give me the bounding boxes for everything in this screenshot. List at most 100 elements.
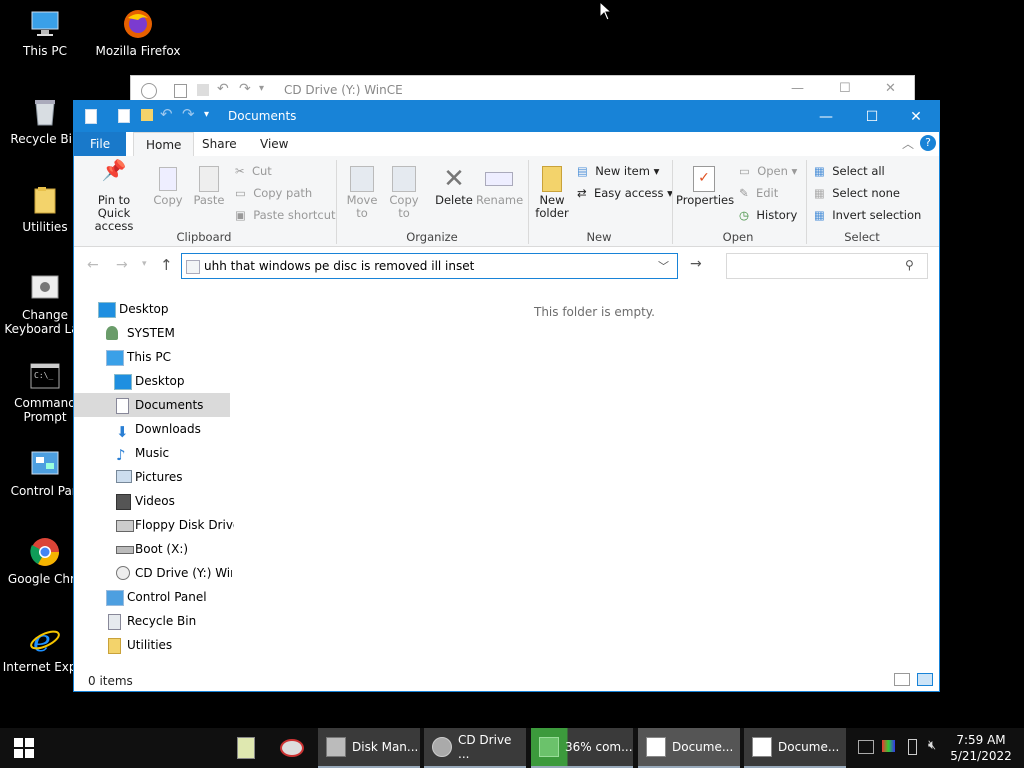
pin-to-quick-access-button[interactable]: 📌 Pin to Quick access — [80, 160, 148, 233]
properties-button[interactable]: ✓ Properties — [676, 164, 734, 207]
easy-access-button[interactable]: ⇄ Easy access ▾ — [577, 186, 673, 200]
nav-item-boot[interactable]: Boot (X:) — [74, 537, 234, 561]
internet-explorer-icon: e — [29, 624, 61, 656]
nav-item-floppy[interactable]: Floppy Disk Drive — [74, 513, 234, 537]
nav-item-control-panel[interactable]: Control Panel — [74, 585, 234, 609]
taskbar-pinned-notepad[interactable] — [230, 728, 262, 768]
download-icon: ⬇ — [116, 423, 129, 441]
clock[interactable]: 7:59 AM 5/21/2022 — [948, 732, 1014, 764]
network-tray-icon[interactable] — [858, 740, 874, 754]
title-bar[interactable]: ↶ ↷ ▾ Documents — ☐ ✕ — [74, 101, 939, 132]
address-row: ← → ▾ ↑ ﹀ → ⚲ — [74, 247, 939, 287]
search-box[interactable]: ⚲ — [726, 253, 928, 279]
copy-path-button[interactable]: ▭ Copy path — [235, 186, 312, 200]
address-bar[interactable]: ﹀ — [181, 253, 678, 279]
undo-icon[interactable]: ↶ — [160, 105, 173, 123]
invert-selection-button[interactable]: ▦ Invert selection — [814, 208, 921, 222]
taskbar-task-disk-management[interactable]: Disk Man... — [318, 728, 420, 768]
edit-button[interactable]: ✎ Edit — [739, 186, 778, 200]
collapse-ribbon-icon[interactable]: ︿ — [902, 135, 914, 152]
nav-item-system[interactable]: SYSTEM — [74, 321, 234, 345]
large-icons-view-icon[interactable] — [917, 673, 933, 686]
address-input[interactable] — [204, 257, 644, 275]
new-item-button[interactable]: ▤ New item ▾ — [577, 164, 659, 178]
rename-button[interactable]: Rename — [476, 164, 523, 207]
close-icon[interactable]: ✕ — [885, 81, 896, 96]
new-folder-button[interactable]: New folder — [532, 164, 572, 220]
search-input[interactable] — [733, 258, 897, 275]
nav-item-utilities[interactable]: Utilities — [74, 633, 234, 657]
select-all-button[interactable]: ▦ Select all — [814, 164, 885, 178]
select-none-button[interactable]: ▦ Select none — [814, 186, 900, 200]
search-icon[interactable]: ⚲ — [905, 258, 914, 272]
open-button[interactable]: ▭ Open ▾ — [739, 164, 797, 178]
nav-item-desktop[interactable]: Desktop — [74, 297, 234, 321]
nav-item-music[interactable]: ♪ Music — [74, 441, 234, 465]
minimize-button[interactable]: — — [803, 101, 849, 132]
go-icon[interactable]: → — [690, 256, 702, 272]
nav-item-pc-desktop[interactable]: Desktop — [74, 369, 234, 393]
clock-date: 5/21/2022 — [950, 749, 1012, 763]
recent-locations-icon[interactable]: ▾ — [142, 259, 147, 269]
nav-item-videos[interactable]: Videos — [74, 489, 234, 513]
nav-item-documents[interactable]: Documents — [74, 393, 230, 417]
properties-icon[interactable] — [118, 109, 130, 123]
display-tray-icon[interactable] — [882, 740, 895, 752]
desktop-icon-this-pc[interactable]: This PC — [0, 8, 90, 58]
details-view-icon[interactable] — [894, 673, 910, 686]
maximize-icon[interactable]: ☐ — [839, 81, 851, 96]
usb-tray-icon[interactable] — [908, 739, 917, 755]
tab-view[interactable]: View — [248, 132, 300, 156]
properties-icon: ✓ — [676, 164, 732, 194]
delete-icon: ✕ — [443, 164, 465, 194]
copy-button[interactable]: Copy — [150, 164, 186, 207]
customize-toolbar-icon[interactable]: ▾ — [204, 109, 209, 120]
up-icon[interactable]: ↑ — [160, 256, 173, 274]
close-button[interactable]: ✕ — [893, 101, 939, 132]
scissors-icon: ✂ — [235, 164, 245, 178]
history-button[interactable]: ◷ History — [739, 208, 797, 222]
volume-muted-icon[interactable]: 🔇︎ — [928, 738, 936, 753]
taskbar-task-documents[interactable]: Docume... — [744, 728, 846, 768]
nav-item-downloads[interactable]: ⬇ Downloads — [74, 417, 234, 441]
move-to-button[interactable]: Move to — [342, 164, 382, 220]
paste-shortcut-button[interactable]: ▣ Paste shortcut — [235, 208, 336, 222]
back-icon[interactable]: ← — [87, 257, 99, 273]
customize-toolbar-icon: ▾ — [259, 83, 265, 94]
tab-file[interactable]: File — [74, 132, 127, 156]
nav-item-cd-drive[interactable]: CD Drive (Y:) WinC — [74, 561, 232, 585]
maximize-button[interactable]: ☐ — [849, 101, 895, 132]
forward-icon[interactable]: → — [116, 257, 128, 273]
computer-icon — [29, 8, 61, 40]
start-button[interactable] — [0, 728, 48, 768]
edit-icon: ✎ — [739, 186, 749, 200]
new-item-icon: ▤ — [577, 164, 588, 178]
new-folder-icon[interactable] — [141, 109, 153, 121]
nav-item-this-pc[interactable]: This PC — [74, 345, 234, 369]
nav-item-recycle-bin[interactable]: Recycle Bin — [74, 609, 234, 633]
redo-icon: ↷ — [239, 81, 251, 97]
desktop-icon — [114, 374, 132, 390]
taskbar-task-documents-active[interactable]: Docume... — [638, 728, 740, 768]
videos-icon — [116, 494, 131, 510]
nav-item-pictures[interactable]: Pictures — [74, 465, 234, 489]
minimize-icon[interactable]: — — [791, 81, 804, 96]
taskbar-pinned-tool[interactable] — [276, 728, 308, 768]
file-explorer-window: ↶ ↷ ▾ Documents — ☐ ✕ File Home Share Vi… — [73, 100, 940, 692]
copy-to-button[interactable]: Copy to — [384, 164, 424, 220]
cd-drive-icon — [116, 566, 130, 580]
chevron-down-icon[interactable]: ﹀ — [658, 258, 669, 274]
desktop-icon-firefox[interactable]: Mozilla Firefox — [93, 8, 183, 58]
cut-button[interactable]: ✂ Cut — [235, 164, 272, 178]
help-icon[interactable]: ? — [920, 135, 936, 151]
empty-folder-message: This folder is empty. — [534, 305, 655, 319]
tab-share[interactable]: Share — [190, 132, 249, 156]
drive-icon — [141, 83, 157, 99]
paste-button[interactable]: Paste — [191, 164, 227, 207]
delete-button[interactable]: ✕ Delete — [432, 164, 476, 207]
tab-home[interactable]: Home — [133, 132, 195, 157]
folder-icon — [29, 184, 61, 216]
taskbar-task-cd-drive[interactable]: CD Drive ... — [424, 728, 526, 768]
taskbar-task-copy-progress[interactable]: 36% com... — [531, 728, 633, 768]
redo-icon[interactable]: ↷ — [182, 105, 195, 123]
